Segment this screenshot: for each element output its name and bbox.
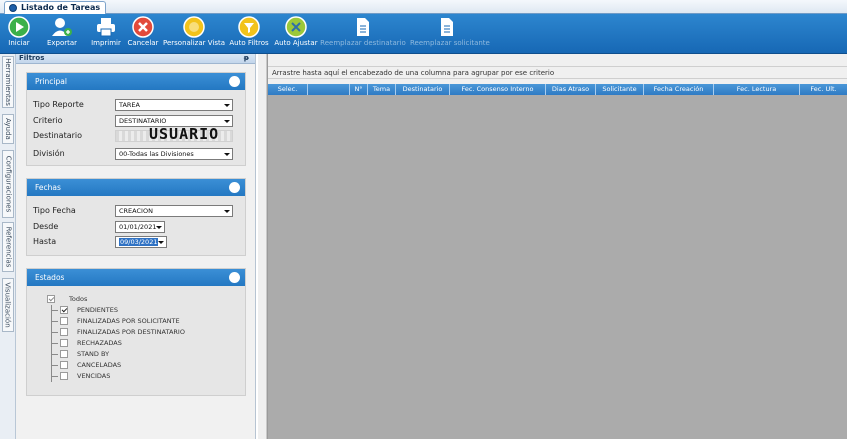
window-tab-strip: Listado de Tareas xyxy=(0,0,847,14)
fechas-group: Fechas Tipo Fecha CREACION Desde 01/01/2… xyxy=(26,178,246,256)
results-grid: Arrastre hasta aquí el encabezado de una… xyxy=(267,54,847,439)
auto-filter-icon xyxy=(238,16,260,38)
main-toolbar: Iniciar Exportar Imprimir Cancelar Perso… xyxy=(0,14,847,54)
document-icon xyxy=(352,16,374,38)
collapse-toggle-icon[interactable] xyxy=(229,272,240,283)
reemplazar-destinatario-button[interactable]: Reemplazar destinatario xyxy=(320,16,406,52)
pendientes-checkbox[interactable] xyxy=(60,306,68,314)
column-header-tema[interactable]: Tema xyxy=(368,84,396,95)
estados-group-header: Estados xyxy=(27,269,245,286)
auto-fit-icon xyxy=(285,16,307,38)
side-tab-ayuda[interactable]: Ayuda xyxy=(2,114,14,144)
auto-ajustar-button[interactable]: Auto Ajustar xyxy=(274,16,318,52)
iniciar-button[interactable]: Iniciar xyxy=(4,16,34,52)
printer-icon xyxy=(95,16,117,38)
side-tab-herramientas[interactable]: Herramientas xyxy=(2,56,14,108)
document-icon xyxy=(436,16,458,38)
column-header-destinatario[interactable]: Destinatario xyxy=(396,84,450,95)
collapse-toggle-icon[interactable] xyxy=(229,76,240,87)
panel-splitter[interactable] xyxy=(258,54,267,439)
grid-body[interactable] xyxy=(268,95,847,439)
finalizadas-destinatario-checkbox[interactable] xyxy=(60,328,68,336)
exportar-button[interactable]: Exportar xyxy=(42,16,82,52)
hasta-date-picker[interactable]: 09/03/2021 xyxy=(115,236,167,248)
column-header-blank[interactable] xyxy=(308,84,350,95)
column-header-selec[interactable]: Selec. xyxy=(268,84,308,95)
side-tab-referencias[interactable]: Referencias xyxy=(2,222,14,272)
column-header-fecha-creacion[interactable]: Fecha Creación xyxy=(644,84,714,95)
user-export-icon xyxy=(51,16,73,38)
todos-checkbox[interactable] xyxy=(47,295,55,303)
principal-group: Principal Tipo Reporte TAREA Criterio DE… xyxy=(26,72,246,166)
side-tab-strip: Herramientas Ayuda Configuraciones Refer… xyxy=(0,54,16,439)
column-header-dias-atraso[interactable]: Dias Atraso xyxy=(546,84,596,95)
tipo-reporte-select[interactable]: TAREA xyxy=(115,99,233,111)
fechas-group-header: Fechas xyxy=(27,179,245,196)
document-tab-label: Listado de Tareas xyxy=(21,3,101,12)
reemplazar-solicitante-button[interactable]: Reemplazar solicitante xyxy=(410,16,490,52)
cancel-icon xyxy=(132,16,154,38)
side-tab-visualizacion[interactable]: Visualización xyxy=(2,278,14,332)
rechazadas-checkbox[interactable] xyxy=(60,339,68,347)
division-select[interactable]: 00-Todas las Divisiones xyxy=(115,148,233,160)
principal-group-header: Principal xyxy=(27,73,245,90)
document-tab[interactable]: Listado de Tareas xyxy=(4,1,107,14)
filters-panel-header: Filtros ᵽ xyxy=(16,54,255,64)
chevron-down-icon xyxy=(154,223,163,231)
chevron-down-icon xyxy=(222,101,231,109)
imprimir-button[interactable]: Imprimir xyxy=(91,16,121,52)
chevron-down-icon xyxy=(156,238,165,246)
column-header-numero[interactable]: N° xyxy=(350,84,368,95)
pin-icon[interactable]: ᵽ xyxy=(244,54,249,63)
column-header-fec-consenso[interactable]: Fec. Consenso Interno xyxy=(450,84,546,95)
app-icon xyxy=(9,4,17,12)
play-icon xyxy=(8,16,30,38)
estados-group: Estados Todos PENDIENTES FINALIZADAS POR… xyxy=(26,268,246,396)
desde-date-picker[interactable]: 01/01/2021 xyxy=(115,221,165,233)
side-tab-configuraciones[interactable]: Configuraciones xyxy=(2,150,14,218)
chevron-down-icon xyxy=(222,117,231,125)
chevron-down-icon xyxy=(222,150,231,158)
finalizadas-solicitante-checkbox[interactable] xyxy=(60,317,68,325)
cancelar-button[interactable]: Cancelar xyxy=(127,16,159,52)
collapse-toggle-icon[interactable] xyxy=(229,182,240,193)
stand-by-checkbox[interactable] xyxy=(60,350,68,358)
auto-filtros-button[interactable]: Auto Filtros xyxy=(229,16,269,52)
personalizar-vista-button[interactable]: Personalizar Vista xyxy=(162,16,226,52)
tipo-fecha-select[interactable]: CREACION xyxy=(115,205,233,217)
column-header-solicitante[interactable]: Solicitante xyxy=(596,84,644,95)
destinatario-value: USUARIO xyxy=(149,125,220,143)
column-header-fec-ult[interactable]: Fec. Ult. xyxy=(800,84,847,95)
column-header-fec-lectura[interactable]: Fec. Lectura xyxy=(714,84,800,95)
vencidas-checkbox[interactable] xyxy=(60,372,68,380)
customize-view-icon xyxy=(183,16,205,38)
chevron-down-icon xyxy=(222,207,231,215)
canceladas-checkbox[interactable] xyxy=(60,361,68,369)
group-by-drop-area[interactable]: Arrastre hasta aquí el encabezado de una… xyxy=(268,66,847,79)
